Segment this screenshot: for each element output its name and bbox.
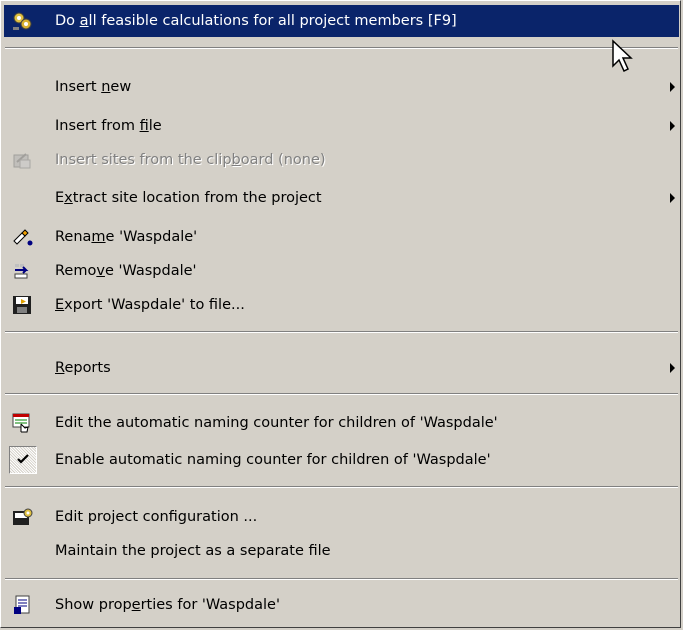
menu-item-label: Extract site location from the project	[55, 190, 322, 206]
menu-item-edit-naming-counter[interactable]: Edit the automatic naming counter for ch…	[4, 407, 679, 439]
clipboard-sites-icon	[12, 150, 34, 170]
menu-item-label: Maintain the project as a separate file	[55, 543, 331, 559]
menu-item-label: Insert from file	[55, 118, 162, 134]
remove-icon	[12, 261, 34, 281]
menu-item-remove[interactable]: Remove 'Waspdale'	[4, 255, 679, 287]
menu-item-maintain-separate-file[interactable]: Maintain the project as a separate file	[4, 535, 679, 567]
submenu-arrow-icon	[670, 193, 675, 203]
menu-item-rename[interactable]: Rename 'Waspdale'	[4, 221, 679, 253]
menu-item-insert-from-file[interactable]: Insert from file	[4, 110, 679, 142]
menu-separator	[5, 393, 678, 395]
menu-item-label: Reports	[55, 360, 111, 376]
menu-item-export[interactable]: Export 'Waspdale' to file...	[4, 289, 679, 321]
submenu-arrow-icon	[670, 363, 675, 373]
menu-item-label: Edit the automatic naming counter for ch…	[55, 415, 498, 431]
project-config-icon	[12, 507, 34, 527]
menu-item-label: Export 'Waspdale' to file...	[55, 297, 245, 313]
export-disk-icon	[12, 295, 34, 315]
context-menu: Do all feasible calculations for all pro…	[0, 0, 681, 628]
menu-item-label: Rename 'Waspdale'	[55, 229, 198, 245]
menu-item-label: Insert new	[55, 79, 132, 95]
checkmark-icon	[17, 454, 29, 464]
menu-item-reports[interactable]: Reports	[4, 352, 679, 384]
check-frame	[9, 446, 37, 474]
menu-item-edit-project-configuration[interactable]: Edit project configuration ...	[4, 501, 679, 533]
mouse-pointer-icon	[612, 39, 633, 73]
menu-item-label: Insert sites from the clipboard (none)	[55, 152, 326, 168]
menu-item-label: Show properties for 'Waspdale'	[55, 597, 280, 613]
calculate-gears-icon	[12, 11, 34, 31]
submenu-arrow-icon	[670, 121, 675, 131]
rename-pencil-icon	[12, 227, 34, 247]
menu-item-show-properties[interactable]: Show properties for 'Waspdale'	[4, 589, 679, 621]
menu-item-extract-site-location[interactable]: Extract site location from the project	[4, 182, 679, 214]
menu-separator	[5, 331, 678, 333]
menu-item-label: Do all feasible calculations for all pro…	[55, 13, 457, 29]
menu-separator	[5, 486, 678, 488]
menu-item-do-all-calculations[interactable]: Do all feasible calculations for all pro…	[4, 5, 679, 37]
menu-item-enable-naming-counter[interactable]: Enable automatic naming counter for chil…	[4, 444, 679, 476]
submenu-arrow-icon	[670, 82, 675, 92]
menu-item-insert-sites-from-clipboard: Insert sites from the clipboard (none)	[4, 144, 679, 176]
menu-item-label: Enable automatic naming counter for chil…	[55, 452, 491, 468]
menu-item-label: Edit project configuration ...	[55, 509, 258, 525]
menu-item-insert-new[interactable]: Insert new	[4, 71, 679, 103]
naming-counter-icon	[12, 413, 34, 433]
properties-icon	[12, 595, 34, 615]
menu-item-label: Remove 'Waspdale'	[55, 263, 197, 279]
menu-separator	[5, 47, 678, 49]
menu-separator	[5, 578, 678, 580]
